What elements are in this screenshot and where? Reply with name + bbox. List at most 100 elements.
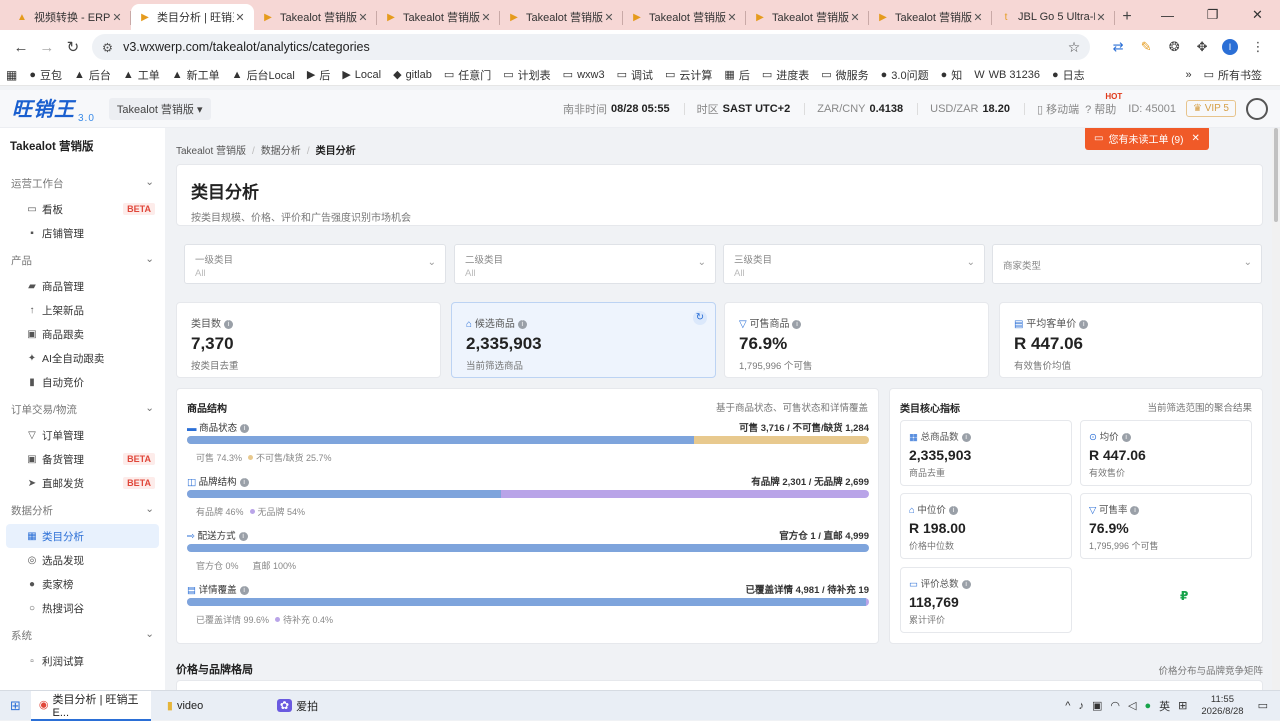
bookmark-item[interactable]: ◆ gitlab xyxy=(393,68,432,82)
tray-expand-icon[interactable]: ^ xyxy=(1065,700,1070,712)
info-icon[interactable]: i xyxy=(792,320,802,329)
filter-select[interactable]: 商家类型 ⌄ xyxy=(992,244,1262,284)
apps-grid-icon[interactable]: ▦ xyxy=(6,68,17,82)
wechat-icon[interactable]: ● xyxy=(1144,700,1151,712)
sidebar-item[interactable]: ▣ 商品跟卖 xyxy=(6,322,159,346)
bookmarks-overflow-icon[interactable]: » xyxy=(1185,69,1191,81)
bookmark-item[interactable]: ▶ 后 xyxy=(307,67,330,83)
sidebar-item[interactable]: ○ 热搜词谷 xyxy=(6,596,159,620)
bookmark-item[interactable]: ▶ Local xyxy=(342,68,381,82)
notification-icon[interactable]: ▭ xyxy=(1258,699,1268,712)
bookmark-item[interactable]: ▭ 计划表 xyxy=(503,67,550,83)
new-tab-button[interactable]: + xyxy=(1115,4,1139,30)
help-link[interactable]: HOT? 帮助 xyxy=(1085,92,1122,117)
info-icon[interactable]: i xyxy=(517,320,527,329)
app-logo[interactable]: 旺销王 3.0 xyxy=(12,93,95,124)
browser-tab[interactable]: ▶类目分析 | 旺销王✕ xyxy=(131,4,254,30)
wifi-icon[interactable]: ◠ xyxy=(1110,699,1120,712)
refresh-icon[interactable]: ↻ xyxy=(693,311,707,325)
taskbar-item-chrome[interactable]: ◉ 类目分析 | 旺销王E... xyxy=(30,690,151,721)
breadcrumb-item[interactable]: Takealot 营销版 xyxy=(176,146,246,157)
restore-icon[interactable]: ❐ xyxy=(1190,0,1235,30)
browser-tab[interactable]: ▶ Takealot 营销版 ✕ xyxy=(869,4,992,30)
sidebar-group-header[interactable]: 产品 ⌄ xyxy=(0,245,165,274)
sidebar-item[interactable]: ▣ 备货管理 BETA xyxy=(6,447,159,471)
tab-close-icon[interactable]: ✕ xyxy=(726,11,738,24)
clock[interactable]: 11:55 2026/8/28 xyxy=(1201,694,1243,718)
bookmark-item[interactable]: ▭ 任意门 xyxy=(444,67,491,83)
sidebar-item[interactable]: ➤ 直邮发货 BETA xyxy=(6,471,159,495)
extension-sync-icon[interactable]: ⇄ xyxy=(1104,39,1132,55)
ime-settings-icon[interactable]: ⊞ xyxy=(1178,699,1187,712)
browser-tab[interactable]: ▶ Takealot 营销版 ✕ xyxy=(377,4,500,30)
sidebar-group-header[interactable]: 运营工作台 ⌄ xyxy=(0,168,165,197)
sidebar-item[interactable]: ↑ 上架新品 xyxy=(6,298,159,322)
extension-pencil-icon[interactable]: ✎ xyxy=(1132,39,1160,55)
browser-tab[interactable]: ▶ Takealot 营销版 ✕ xyxy=(746,4,869,30)
sidebar-item[interactable]: ◎ 选品发现 xyxy=(6,548,159,572)
forward-icon[interactable]: → xyxy=(34,34,60,60)
sidebar-item[interactable]: ▦ 类目分析 xyxy=(6,524,159,548)
sidebar-item[interactable]: ✦ AI全自动跟卖 xyxy=(6,346,159,370)
toast-close-icon[interactable]: ✕ xyxy=(1191,133,1199,144)
mobile-link[interactable]: ▯ 移动端 xyxy=(1037,101,1079,117)
bookmark-item[interactable]: ● 3.0问题 xyxy=(881,67,929,83)
sidebar-item[interactable]: ▫ 利润试算 xyxy=(6,649,159,673)
info-icon[interactable]: i xyxy=(239,478,249,487)
shop-selector[interactable]: Takealot 营销版 ▾ xyxy=(108,97,211,120)
sidebar-item[interactable]: ▰ 商品管理 xyxy=(6,274,159,298)
page-scrollbar[interactable] xyxy=(1272,128,1280,690)
tab-close-icon[interactable]: ✕ xyxy=(111,11,123,24)
info-icon[interactable]: i xyxy=(238,532,248,541)
bookmark-item[interactable]: ▭ wxw3 xyxy=(563,68,605,82)
info-icon[interactable]: i xyxy=(948,506,958,515)
sidebar-item[interactable]: ▽ 订单管理 xyxy=(6,423,159,447)
filter-select[interactable]: 一级类目 All ⌄ xyxy=(184,244,446,284)
bookmark-item[interactable]: ● 豆包 xyxy=(29,67,62,83)
info-icon[interactable]: i xyxy=(239,586,249,595)
extension-chatgpt-icon[interactable]: ❂ xyxy=(1160,39,1188,55)
info-icon[interactable]: i xyxy=(1079,320,1089,329)
back-icon[interactable]: ← xyxy=(8,34,34,60)
start-button[interactable]: ⊞ xyxy=(0,691,31,721)
browser-tab[interactable]: ▲视频转换 - ERP 系✕ xyxy=(8,4,131,30)
tab-close-icon[interactable]: ✕ xyxy=(357,11,369,24)
info-icon[interactable]: i xyxy=(224,320,233,329)
bookmark-item[interactable]: ▲ 后台Local xyxy=(232,67,295,83)
breadcrumb-item[interactable]: 数据分析 xyxy=(261,146,301,157)
taskbar-item-video[interactable]: ▮ video xyxy=(159,691,269,721)
tab-close-icon[interactable]: ✕ xyxy=(603,11,615,24)
browser-tab[interactable]: ▶ Takealot 营销版 ✕ xyxy=(254,4,377,30)
info-icon[interactable]: i xyxy=(961,433,971,442)
assistant-float-icon[interactable]: ₽ xyxy=(1180,589,1188,603)
info-icon[interactable]: i xyxy=(961,580,971,589)
filter-select[interactable]: 三级类目 All ⌄ xyxy=(723,244,985,284)
info-icon[interactable]: i xyxy=(240,424,250,433)
tab-close-icon[interactable]: ✕ xyxy=(849,11,861,24)
minimize-icon[interactable]: — xyxy=(1145,0,1190,30)
extensions-puzzle-icon[interactable]: ✥ xyxy=(1188,39,1216,55)
sidebar-group-header[interactable]: 数据分析 ⌄ xyxy=(0,495,165,524)
volume-icon[interactable]: ◁ xyxy=(1128,699,1136,712)
browser-menu-icon[interactable]: ⋮ xyxy=(1244,39,1272,55)
sidebar-item[interactable]: ▪ 店铺管理 xyxy=(6,221,159,245)
bookmark-star-icon[interactable]: ☆ xyxy=(1068,39,1081,56)
tab-close-icon[interactable]: ✕ xyxy=(480,11,492,24)
vip-badge[interactable]: ♛ VIP 5 xyxy=(1185,100,1236,117)
bookmark-item[interactable]: ● 日志 xyxy=(1052,67,1085,83)
tab-close-icon[interactable]: ✕ xyxy=(1095,11,1107,24)
info-icon[interactable]: i xyxy=(1130,506,1140,515)
reload-icon[interactable]: ↻ xyxy=(60,34,86,60)
bookmark-item[interactable]: ▭ 进度表 xyxy=(762,67,809,83)
bookmark-item[interactable]: ▦ 后 xyxy=(724,67,749,83)
sidebar-item[interactable]: ▮ 自动竞价 xyxy=(6,370,159,394)
browser-tab[interactable]: ▶ Takealot 营销版 ✕ xyxy=(500,4,623,30)
browser-tab[interactable]: t JBL Go 5 Ultra-P ✕ xyxy=(992,4,1115,30)
app-tray-icon[interactable]: ▣ xyxy=(1092,699,1102,712)
bookmark-item[interactable]: ▭ 微服务 xyxy=(821,67,868,83)
bookmark-item[interactable]: ● 知 xyxy=(941,67,963,83)
address-bar[interactable]: ⚙ v3.wxwerp.com/takealot/analytics/categ… xyxy=(91,34,1091,60)
bookmark-item[interactable]: ▭ 调试 xyxy=(617,67,653,83)
bookmark-item[interactable]: ▲ 工单 xyxy=(123,67,160,83)
mic-icon[interactable]: ♪ xyxy=(1078,700,1084,712)
